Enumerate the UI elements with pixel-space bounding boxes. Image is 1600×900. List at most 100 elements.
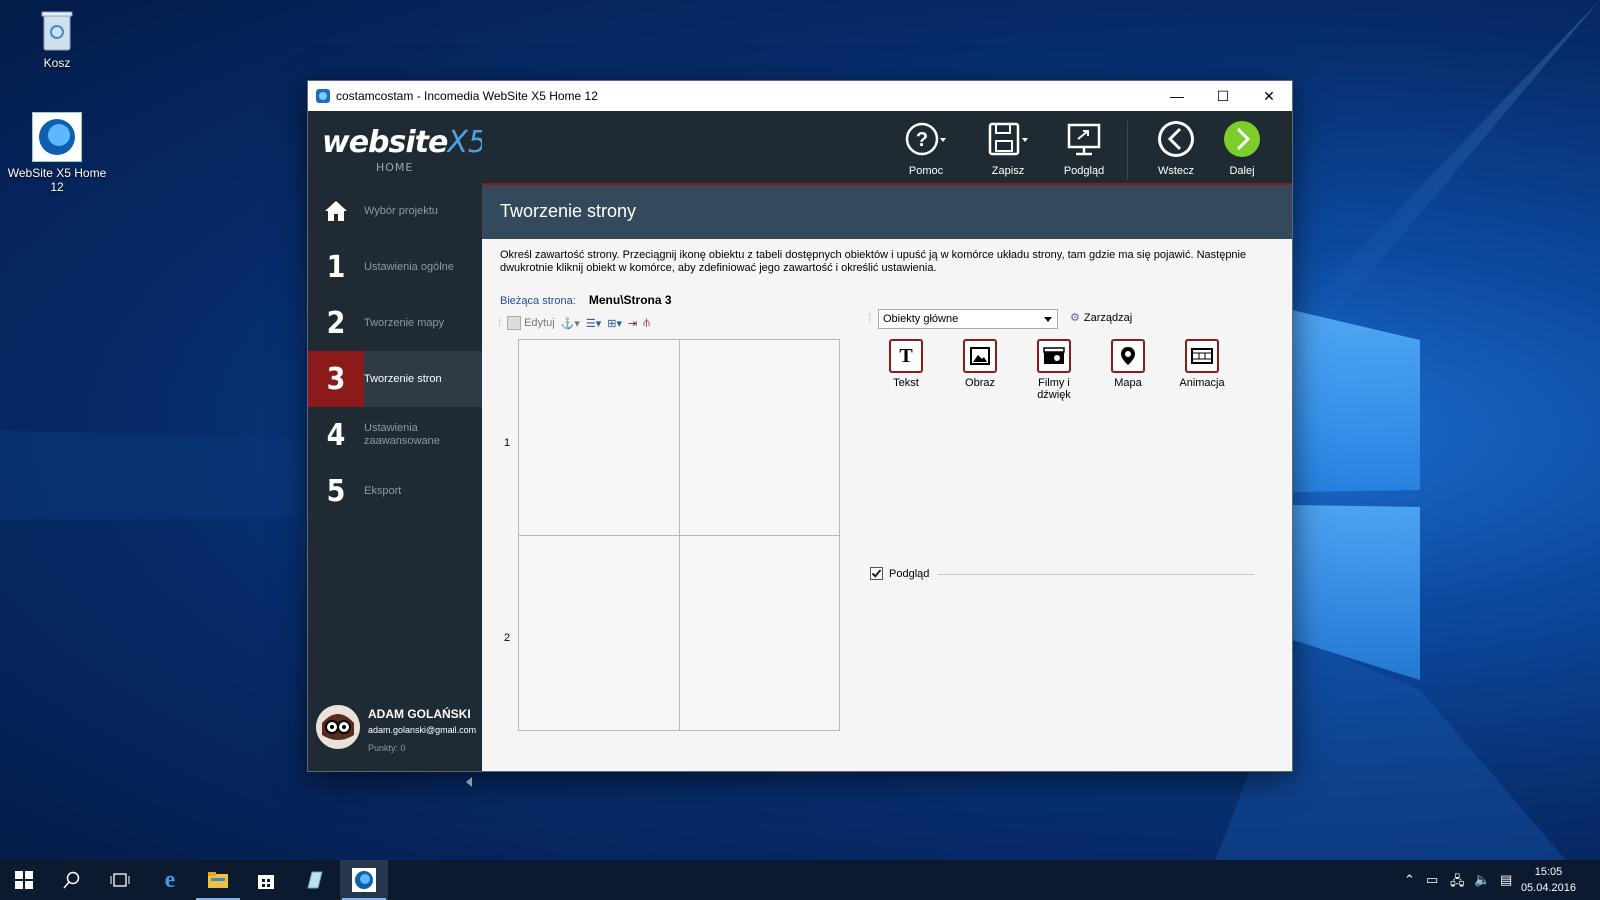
next-arrow-icon [1212, 119, 1272, 159]
sidebar: websiteX5 HOME Wybór projektu 1 Ustawien… [308, 111, 487, 787]
step-label: Ustawienia zaawansowane [364, 422, 440, 447]
step-label: Eksport [364, 484, 402, 497]
edit-icon [507, 316, 522, 330]
back-label: Wstecz [1157, 165, 1195, 177]
save-icon [978, 119, 1038, 159]
desktop-icon-label: Kosz [43, 56, 71, 70]
taskbar-store[interactable] [242, 860, 290, 900]
desktop-icon-recycle-bin[interactable]: Kosz [2, 8, 112, 70]
row-number-1: 1 [504, 437, 511, 449]
delete-icon[interactable]: ⫛ [643, 317, 650, 330]
object-image[interactable]: Obraz [942, 339, 1018, 389]
object-map[interactable]: Mapa [1090, 339, 1166, 389]
taskbar-websitex5[interactable] [340, 860, 388, 900]
step-label: Ustawienia ogólne [364, 260, 454, 273]
search-button[interactable] [48, 860, 96, 900]
grid-divider [519, 535, 839, 536]
user-name: ADAM GOLAŃSKI [368, 707, 471, 721]
clock-time: 15:05 [1534, 866, 1563, 878]
websitex5-app-icon [32, 112, 82, 162]
step-project-selection[interactable]: Wybór projektu [308, 183, 482, 239]
desktop-icon-websitex5[interactable]: WebSite X5 Home 12 [2, 112, 112, 194]
system-clock[interactable]: 15:05 05.04.2016 [1521, 864, 1576, 896]
object-animation[interactable]: Animacja [1164, 339, 1240, 389]
taskbar-app-pinned[interactable] [290, 860, 338, 900]
page-layout-grid[interactable] [518, 339, 840, 731]
user-email: adam.golanski@gmail.com [368, 725, 477, 735]
image-icon [963, 339, 997, 373]
toolbar-separator [1127, 121, 1128, 179]
objects-category-select[interactable]: Obiekty główne [878, 309, 1058, 329]
object-label: Tekst [893, 377, 919, 389]
app-window: costamcostam - Incomedia WebSite X5 Home… [308, 81, 1292, 787]
main-toolbar: ? Pomoc Zapisz Podgląd Wstecz Dalej [482, 111, 1292, 185]
maximize-button[interactable]: ☐ [1200, 81, 1246, 111]
page-header: Tworzenie strony [482, 185, 1292, 239]
step-number: 3 [308, 351, 364, 407]
instructions-text: Określ zawartość strony. Przeciągnij iko… [500, 249, 1247, 274]
row-number-2: 2 [504, 632, 511, 644]
back-arrow-icon [1146, 119, 1206, 159]
volume-icon[interactable]: 🔈 [1474, 872, 1490, 888]
save-button[interactable]: Zapisz [978, 119, 1038, 177]
home-icon [308, 183, 364, 239]
preview-button[interactable]: Podgląd [1054, 119, 1114, 177]
manage-button[interactable]: ⚙ Zarządzaj [1070, 311, 1132, 325]
film-strip-icon [1185, 339, 1219, 373]
checkbox-checked-icon[interactable] [870, 567, 883, 580]
save-label: Zapisz [991, 165, 1025, 177]
network-icon[interactable]: 🖧 [1450, 872, 1465, 894]
close-button[interactable]: ✕ [1246, 81, 1292, 111]
window-titlebar[interactable]: costamcostam - Incomedia WebSite X5 Home… [308, 81, 1292, 111]
folder-icon [208, 872, 228, 888]
add-column-icon[interactable]: ⇥ [628, 317, 637, 330]
edit-button[interactable]: Edytuj [507, 316, 555, 330]
insert-row-icon[interactable]: ☰▾ [586, 317, 601, 330]
object-video-audio[interactable]: Filmy i dźwięk [1016, 339, 1092, 401]
battery-icon[interactable]: ▭ [1426, 872, 1438, 888]
task-view-button[interactable] [96, 860, 144, 900]
back-button[interactable]: Wstecz [1146, 119, 1206, 177]
help-icon: ? [896, 119, 956, 159]
merge-cells-icon[interactable]: ⊞▾ [607, 317, 622, 330]
step-number: 1 [326, 249, 346, 285]
start-button[interactable] [0, 860, 48, 900]
app-small-icon [316, 89, 330, 103]
edit-label: Edytuj [524, 317, 555, 329]
anchor-icon[interactable]: ⚓▾ [561, 317, 580, 330]
next-button[interactable]: Dalej [1212, 119, 1272, 177]
desktop-icon-label: WebSite X5 Home 12 [7, 166, 107, 194]
grip-icon: ⁞ [868, 311, 872, 325]
step-2-map-creation[interactable]: 2 Tworzenie mapy [308, 295, 482, 351]
step-number: 2 [326, 305, 346, 341]
step-1-general-settings[interactable]: 1 Ustawienia ogólne [308, 239, 482, 295]
step-3-page-creation[interactable]: 3 Tworzenie stron [308, 351, 482, 407]
window-title: costamcostam - Incomedia WebSite X5 Home… [336, 89, 598, 103]
notifications-icon[interactable]: ▤ [1500, 872, 1512, 888]
taskbar-edge[interactable]: e [146, 860, 194, 900]
objects-category-value: Obiekty główne [883, 313, 959, 325]
websitex5-logo: websiteX5 HOME [322, 125, 488, 174]
video-icon [1037, 339, 1071, 373]
preview-label: Podgląd [1063, 165, 1105, 177]
clock-date: 05.04.2016 [1520, 882, 1576, 894]
step-4-advanced-settings[interactable]: 4 Ustawienia zaawansowane [308, 407, 482, 463]
monitor-icon [1054, 119, 1114, 159]
layout-toolbar: ⁞ Edytuj ⚓▾ ☰▾ ⊞▾ ⇥ ⫛ [498, 313, 650, 333]
help-button[interactable]: ? Pomoc [896, 119, 956, 177]
object-text[interactable]: T Tekst [868, 339, 944, 389]
minimize-button[interactable]: — [1154, 81, 1200, 111]
preview-checkbox[interactable]: Podgląd [870, 567, 929, 580]
next-label: Dalej [1229, 165, 1255, 177]
taskbar-file-explorer[interactable] [194, 860, 242, 900]
gear-icon: ⚙ [1070, 312, 1080, 324]
step-5-export[interactable]: 5 Eksport [308, 463, 482, 519]
show-hidden-icons[interactable]: ⌃ [1404, 872, 1415, 888]
current-page-info: Bieżąca strona: Menu\Strona 3 [500, 293, 672, 307]
page-title: Tworzenie strony [500, 201, 637, 221]
step-number: 5 [326, 473, 346, 509]
collapse-sidebar-icon[interactable] [466, 777, 472, 787]
recycle-bin-icon [39, 8, 75, 52]
chevron-down-icon [1044, 317, 1052, 322]
user-profile[interactable]: ADAM GOLAŃSKI adam.golanski@gmail.com Pu… [316, 705, 482, 765]
